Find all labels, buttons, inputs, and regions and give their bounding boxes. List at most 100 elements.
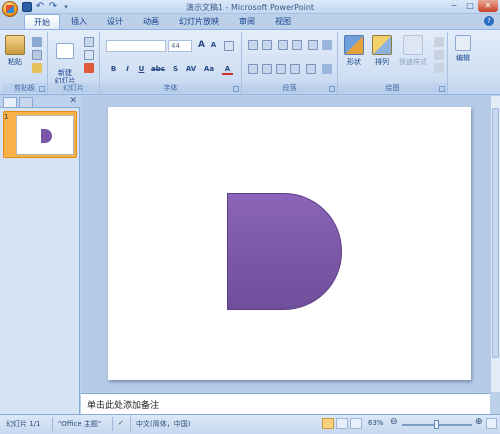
shape-effects-icon[interactable] <box>434 63 444 73</box>
text-direction-icon[interactable] <box>322 40 332 50</box>
vertical-scrollbar[interactable] <box>490 96 500 392</box>
editing-label: 编辑 <box>456 54 470 62</box>
zoom-slider-thumb[interactable] <box>434 420 439 429</box>
strikethrough-button[interactable]: abc <box>150 64 166 75</box>
outline-tab-icon[interactable] <box>19 97 33 107</box>
layout-icon[interactable] <box>84 37 94 47</box>
align-left-icon[interactable] <box>248 64 258 74</box>
font-color-button[interactable]: A <box>222 64 233 75</box>
slideshow-icon[interactable] <box>350 418 362 429</box>
tab-view[interactable]: 视图 <box>266 14 300 29</box>
columns-icon[interactable] <box>306 64 316 74</box>
cut-icon[interactable] <box>32 37 42 47</box>
smartart-icon[interactable] <box>322 64 332 74</box>
font-name-combobox[interactable] <box>106 40 166 52</box>
decrease-indent-icon[interactable] <box>278 40 288 50</box>
tab-insert[interactable]: 插入 <box>62 14 96 29</box>
office-button[interactable] <box>2 1 18 17</box>
minimize-button[interactable]: − <box>446 0 462 12</box>
normal-view-icon[interactable] <box>322 418 334 429</box>
slides-group-label: 幻灯片 <box>48 83 99 93</box>
slide-thumbnail-selected[interactable] <box>3 111 77 158</box>
d-shape[interactable] <box>227 193 342 310</box>
fit-window-icon[interactable] <box>486 418 497 429</box>
paragraph-group-label: 段落 <box>242 83 337 93</box>
font-size-combobox[interactable]: 44 <box>168 40 192 52</box>
grow-font-button[interactable]: A <box>196 40 207 51</box>
new-slide-icon <box>56 43 74 59</box>
bold-button[interactable]: B <box>108 64 119 75</box>
shrink-font-button[interactable]: A <box>208 40 219 51</box>
status-divider <box>52 417 53 431</box>
clipboard-launcher-icon[interactable] <box>39 86 45 92</box>
editing-group: 编辑 <box>448 32 478 94</box>
format-painter-icon[interactable] <box>32 63 42 73</box>
office-logo-icon <box>6 5 14 13</box>
quick-styles-label: 快速样式 <box>399 58 427 66</box>
scrollbar-thumb[interactable] <box>492 108 499 358</box>
increase-indent-icon[interactable] <box>292 40 302 50</box>
shadow-button[interactable]: S <box>170 64 181 75</box>
zoom-in-icon[interactable]: ⊕ <box>475 417 483 427</box>
slide-info: 幻灯片 1/1 <box>6 420 41 428</box>
clear-format-icon[interactable] <box>224 41 234 51</box>
slide-thumbnail <box>16 115 74 155</box>
quick-styles-button[interactable]: 快速样式 <box>396 35 430 67</box>
shape-outline-icon[interactable] <box>434 50 444 60</box>
font-group: 44 A A B I U abc S AV Aa A 字体 <box>100 32 242 94</box>
shape-fill-icon[interactable] <box>434 37 444 47</box>
arrange-label: 排列 <box>375 58 389 66</box>
italic-button[interactable]: I <box>122 64 133 75</box>
numbering-icon[interactable] <box>262 40 272 50</box>
zoom-out-icon[interactable]: ⊖ <box>390 417 398 427</box>
spellcheck-icon[interactable]: ✓ <box>118 419 124 427</box>
align-center-icon[interactable] <box>262 64 272 74</box>
reset-icon[interactable] <box>84 50 94 60</box>
drawing-launcher-icon[interactable] <box>439 86 445 92</box>
status-divider <box>112 417 113 431</box>
line-spacing-icon[interactable] <box>308 40 318 50</box>
restore-button[interactable]: □ <box>462 0 478 12</box>
change-case-button[interactable]: Aa <box>202 64 216 75</box>
underline-button[interactable]: U <box>136 64 147 75</box>
paragraph-launcher-icon[interactable] <box>329 86 335 92</box>
notes-pane[interactable]: 单击此处添加备注 <box>81 393 490 414</box>
shapes-icon <box>344 35 364 55</box>
editing-button[interactable]: 编辑 <box>451 35 475 63</box>
paste-icon <box>5 35 25 55</box>
ribbon-tabs: 开始 插入 设计 动画 幻灯片放映 审阅 视图 <box>24 14 300 29</box>
thumbnail-shape <box>41 129 52 143</box>
status-bar: 幻灯片 1/1 "Office 主题" ✓ 中文(简体，中国) 63% ⊖ ⊕ <box>0 414 500 434</box>
arrange-button[interactable]: 排列 <box>370 35 394 67</box>
help-icon[interactable]: ? <box>484 16 494 26</box>
tab-home[interactable]: 开始 <box>24 14 60 29</box>
ribbon: 粘贴 剪贴板 新建 幻灯片 幻灯片 44 A A B I U abc S AV … <box>0 29 500 95</box>
justify-icon[interactable] <box>290 64 300 74</box>
binoculars-icon <box>455 35 471 51</box>
slide-canvas[interactable] <box>108 107 471 380</box>
font-launcher-icon[interactable] <box>233 86 239 92</box>
paste-button[interactable]: 粘贴 <box>5 35 25 67</box>
paragraph-group: 段落 <box>242 32 338 94</box>
zoom-level[interactable]: 63% <box>368 419 384 427</box>
delete-slide-icon[interactable] <box>84 63 94 73</box>
close-pane-icon[interactable]: ✕ <box>69 96 77 106</box>
slides-tab-icon[interactable] <box>3 97 17 107</box>
tab-review[interactable]: 审阅 <box>230 14 264 29</box>
window-title: 演示文稿1 - Microsoft PowerPoint <box>185 3 315 12</box>
title-bar: ↶ ↷ ▾ 演示文稿1 - Microsoft PowerPoint − □ ✕ <box>0 0 500 14</box>
new-slide-button[interactable]: 新建 幻灯片 <box>52 35 78 85</box>
close-button[interactable]: ✕ <box>478 0 498 12</box>
bullets-icon[interactable] <box>248 40 258 50</box>
shapes-label: 形状 <box>347 58 361 66</box>
theme-name: "Office 主题" <box>58 420 102 428</box>
align-right-icon[interactable] <box>276 64 286 74</box>
tab-design[interactable]: 设计 <box>98 14 132 29</box>
slide-number: 1 <box>4 113 9 121</box>
tab-animations[interactable]: 动画 <box>134 14 168 29</box>
char-spacing-button[interactable]: AV <box>184 64 198 75</box>
shapes-button[interactable]: 形状 <box>342 35 366 67</box>
tab-slideshow[interactable]: 幻灯片放映 <box>170 14 228 29</box>
copy-icon[interactable] <box>32 50 42 60</box>
slide-sorter-icon[interactable] <box>336 418 348 429</box>
